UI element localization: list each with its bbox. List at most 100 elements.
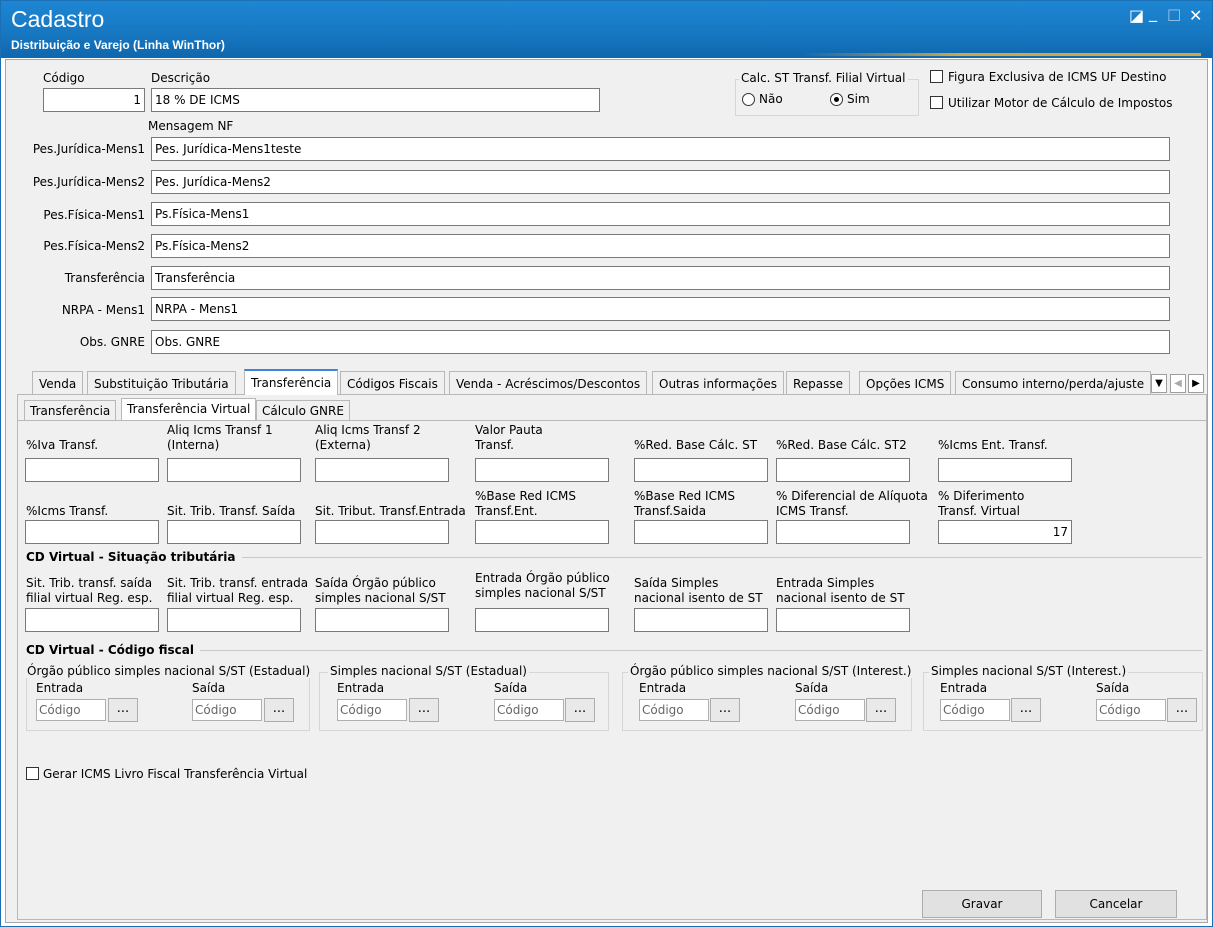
tab-opcoes-icms[interactable]: Opções ICMS bbox=[859, 371, 952, 395]
label-saida-orgao-publico: Saída Órgão público simples nacional S/S… bbox=[315, 576, 446, 605]
msg-input-obs-gnre[interactable]: Obs. GNRE bbox=[151, 330, 1170, 354]
label-diferencial-aliquota: % Diferencial de Alíquota ICMS Transf. bbox=[776, 489, 928, 518]
input-diferencial-aliquota[interactable] bbox=[776, 520, 910, 544]
tab-outras-informacoes[interactable]: Outras informações bbox=[652, 371, 784, 395]
gravar-button[interactable]: Gravar bbox=[922, 890, 1042, 918]
input-entrada-orgao-publico[interactable] bbox=[475, 608, 609, 632]
label-saida-simples-isento: Saída Simples nacional isento de ST bbox=[634, 576, 763, 605]
minimize-icon[interactable]: _ bbox=[1149, 3, 1157, 22]
label-valor-pauta-transf: Valor Pauta Transf. bbox=[475, 423, 543, 452]
g2-entrada-codigo-input[interactable]: Código bbox=[337, 699, 407, 721]
label-sit-tribut-transf-entrada: Sit. Tribut. Transf.Entrada bbox=[315, 504, 466, 518]
label-entrada-orgao-publico: Entrada Órgão público simples nacional S… bbox=[475, 571, 610, 600]
g4-entrada-codigo-input[interactable]: Código bbox=[940, 699, 1010, 721]
g1-saida-codigo-input[interactable]: Código bbox=[192, 699, 262, 721]
g1-saida-lookup-button[interactable]: ... bbox=[264, 698, 294, 722]
label-red-base-calc-st2: %Red. Base Cálc. ST2 bbox=[776, 438, 907, 452]
input-saida-orgao-publico[interactable] bbox=[315, 608, 449, 632]
g2-entrada-lookup-button[interactable]: ... bbox=[409, 698, 439, 722]
msg-input-transferencia[interactable]: Transferência bbox=[151, 266, 1170, 290]
input-sit-trib-entrada-reg-esp[interactable] bbox=[167, 608, 301, 632]
radio-nao[interactable] bbox=[742, 93, 755, 106]
subtab-calculo-gnre[interactable]: Cálculo GNRE bbox=[256, 400, 350, 420]
msg-input-nrpa[interactable]: NRPA - Mens1 bbox=[151, 297, 1170, 321]
radio-sim[interactable] bbox=[830, 93, 843, 106]
subtab-transferencia-virtual[interactable]: Transferência Virtual bbox=[121, 398, 257, 420]
sit-trib-section-title: CD Virtual - Situação tributária bbox=[26, 550, 242, 564]
msg-label-transferencia: Transferência bbox=[64, 271, 145, 285]
window-subtitle: Distribuição e Varejo (Linha WinThor) bbox=[11, 38, 225, 52]
input-entrada-simples-isento[interactable] bbox=[776, 608, 910, 632]
checkbox-figura-exclusiva[interactable] bbox=[930, 70, 943, 83]
g4-entrada-lookup-button[interactable]: ... bbox=[1011, 698, 1041, 722]
tab-scroll-right-icon[interactable]: ▶ bbox=[1188, 374, 1204, 393]
tab-panel-transferencia: Transferência Transferência Virtual Cálc… bbox=[17, 394, 1207, 920]
g3-entrada-label: Entrada bbox=[639, 681, 687, 695]
window: Cadastro Distribuição e Varejo (Linha Wi… bbox=[0, 0, 1213, 927]
calc-st-label: Calc. ST Transf. Filial Virtual bbox=[739, 71, 908, 85]
input-sit-trib-transf-saida[interactable] bbox=[167, 520, 301, 544]
input-red-base-calc-st2[interactable] bbox=[776, 458, 910, 482]
tab-venda[interactable]: Venda bbox=[32, 371, 84, 395]
g3-saida-lookup-button[interactable]: ... bbox=[866, 698, 896, 722]
close-icon[interactable]: ✕ bbox=[1189, 6, 1202, 25]
maximize-icon[interactable]: ☐ bbox=[1167, 6, 1181, 25]
g4-saida-lookup-button[interactable]: ... bbox=[1167, 698, 1197, 722]
radio-sim-label: Sim bbox=[847, 92, 870, 106]
tab-substituicao-tributaria[interactable]: Substituição Tributária bbox=[87, 371, 236, 395]
group-orgao-publico-interest-title: Órgão público simples nacional S/ST (Int… bbox=[628, 664, 914, 678]
input-icms-ent-transf[interactable] bbox=[938, 458, 1072, 482]
g1-entrada-label: Entrada bbox=[36, 681, 84, 695]
subtab-baseline bbox=[18, 420, 1206, 421]
g2-saida-codigo-input[interactable]: Código bbox=[494, 699, 564, 721]
tab-transferencia[interactable]: Transferência bbox=[244, 369, 339, 395]
g4-saida-codigo-input[interactable]: Código bbox=[1096, 699, 1166, 721]
msg-input-pf1[interactable]: Ps.Física-Mens1 bbox=[151, 202, 1170, 226]
input-saida-simples-isento[interactable] bbox=[634, 608, 768, 632]
g1-saida-label: Saída bbox=[192, 681, 226, 695]
codigo-input[interactable]: 1 bbox=[43, 88, 145, 112]
input-icms-transf[interactable] bbox=[25, 520, 159, 544]
checkbox-gerar-icms-livro[interactable] bbox=[26, 767, 39, 780]
g3-entrada-lookup-button[interactable]: ... bbox=[710, 698, 740, 722]
motor-calculo-label: Utilizar Motor de Cálculo de Impostos bbox=[948, 96, 1173, 110]
g3-saida-label: Saída bbox=[795, 681, 829, 695]
cancelar-button[interactable]: Cancelar bbox=[1055, 890, 1177, 918]
msg-input-pj1[interactable]: Pes. Jurídica-Mens1teste bbox=[151, 137, 1170, 161]
msg-input-pj2[interactable]: Pes. Jurídica-Mens2 bbox=[151, 170, 1170, 194]
g4-entrada-label: Entrada bbox=[940, 681, 988, 695]
g1-entrada-lookup-button[interactable]: ... bbox=[108, 698, 138, 722]
tab-codigos-fiscais[interactable]: Códigos Fiscais bbox=[340, 371, 445, 395]
msg-input-pf2[interactable]: Ps.Física-Mens2 bbox=[151, 234, 1170, 258]
subtab-transferencia[interactable]: Transferência bbox=[24, 400, 117, 420]
g4-saida-label: Saída bbox=[1096, 681, 1130, 695]
input-sit-trib-saida-reg-esp[interactable] bbox=[25, 608, 159, 632]
input-diferimento-transf-virtual[interactable]: 17 bbox=[938, 520, 1072, 544]
msg-label-pj1: Pes.Jurídica-Mens1 bbox=[32, 142, 145, 156]
input-iva-transf[interactable] bbox=[25, 458, 159, 482]
msg-label-nrpa: NRPA - Mens1 bbox=[61, 303, 145, 317]
label-entrada-simples-isento: Entrada Simples nacional isento de ST bbox=[776, 576, 905, 605]
input-base-red-icms-transf-saida[interactable] bbox=[634, 520, 768, 544]
label-sit-trib-entrada-reg-esp: Sit. Trib. transf. entrada filial virtua… bbox=[167, 576, 309, 605]
input-sit-tribut-transf-entrada[interactable] bbox=[315, 520, 449, 544]
msg-label-pf1: Pes.Física-Mens1 bbox=[43, 208, 145, 222]
input-valor-pauta-transf[interactable] bbox=[475, 458, 609, 482]
restore-icon[interactable]: ◪ bbox=[1129, 6, 1144, 25]
g2-saida-lookup-button[interactable]: ... bbox=[565, 698, 595, 722]
tab-consumo-interno[interactable]: Consumo interno/perda/ajuste bbox=[955, 371, 1151, 395]
tab-venda-acrescimos-descontos[interactable]: Venda - Acréscimos/Descontos bbox=[449, 371, 648, 395]
g3-saida-codigo-input[interactable]: Código bbox=[795, 699, 865, 721]
g3-entrada-codigo-input[interactable]: Código bbox=[639, 699, 709, 721]
input-aliq-icms-transf-1[interactable] bbox=[167, 458, 301, 482]
checkbox-motor-calculo[interactable] bbox=[930, 96, 943, 109]
descricao-input[interactable]: 18 % DE ICMS bbox=[151, 88, 600, 112]
input-base-red-icms-transf-ent[interactable] bbox=[475, 520, 609, 544]
input-red-base-calc-st[interactable] bbox=[634, 458, 768, 482]
label-icms-transf: %Icms Transf. bbox=[26, 504, 109, 518]
tab-scroll-left-icon[interactable]: ◀ bbox=[1170, 374, 1186, 393]
tab-dropdown-icon[interactable]: ▼ bbox=[1151, 374, 1167, 393]
g1-entrada-codigo-input[interactable]: Código bbox=[36, 699, 106, 721]
input-aliq-icms-transf-2[interactable] bbox=[315, 458, 449, 482]
tab-repasse[interactable]: Repasse bbox=[786, 371, 851, 395]
